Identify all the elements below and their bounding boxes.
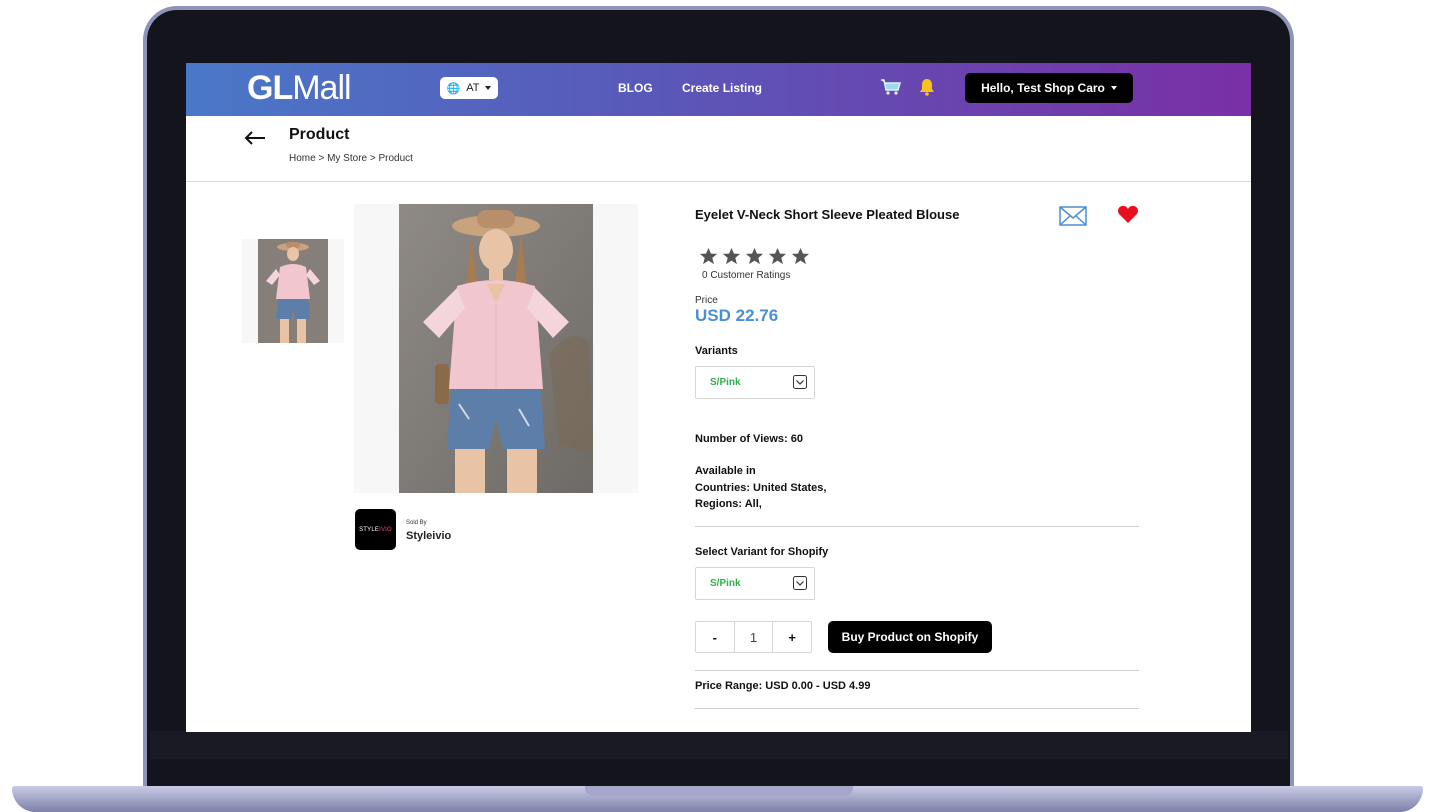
available-countries: Countries: United States,	[695, 482, 827, 494]
laptop-notch	[585, 786, 853, 796]
seller-name[interactable]: Styleivio	[406, 530, 451, 542]
shopify-variant-select[interactable]: S/Pink	[695, 567, 815, 600]
variant-select-value: S/Pink	[710, 377, 741, 388]
thumbnail-photo	[258, 239, 328, 343]
user-menu-button[interactable]: Hello, Test Shop Caro	[965, 73, 1133, 103]
star-icon[interactable]	[768, 247, 787, 266]
variants-label: Variants	[695, 345, 738, 357]
star-icon[interactable]	[722, 247, 741, 266]
header-divider	[186, 181, 1251, 182]
back-arrow-icon[interactable]	[244, 130, 266, 146]
variant-select[interactable]: S/Pink	[695, 366, 815, 399]
laptop-bezel	[150, 731, 1288, 759]
price-label: Price	[695, 295, 718, 306]
user-menu-label: Hello, Test Shop Caro	[981, 81, 1105, 95]
nav-link-blog[interactable]: BLOG	[618, 81, 653, 95]
available-regions: Regions: All,	[695, 498, 762, 510]
product-thumbnail[interactable]	[242, 239, 344, 343]
section-divider	[695, 670, 1139, 671]
country-code: AT	[466, 82, 480, 94]
shopify-variant-value: S/Pink	[710, 578, 741, 589]
heart-icon[interactable]	[1117, 204, 1139, 224]
country-selector[interactable]: 🌐 AT	[440, 77, 498, 99]
bell-icon[interactable]	[919, 78, 935, 96]
product-photo	[399, 204, 593, 493]
chevron-down-icon	[793, 375, 807, 389]
chevron-down-icon	[485, 86, 492, 90]
main-product-image[interactable]	[354, 204, 638, 493]
price-value: USD 22.76	[695, 306, 779, 325]
top-navbar: GLMall 🌐 AT BLOG Create Listing Hello, T…	[186, 63, 1251, 116]
quantity-increase-button[interactable]: +	[773, 622, 811, 652]
breadcrumb[interactable]: Home > My Store > Product	[289, 153, 413, 164]
section-divider	[695, 708, 1139, 709]
rating-stars[interactable]	[699, 247, 810, 266]
page-title: Product	[289, 126, 350, 143]
quantity-value[interactable]: 1	[733, 622, 774, 652]
quantity-decrease-button[interactable]: -	[696, 622, 734, 652]
glmall-logo[interactable]: GLMall	[247, 69, 352, 108]
globe-icon: 🌐	[446, 82, 461, 95]
chevron-down-icon	[793, 576, 807, 590]
mail-icon[interactable]	[1059, 206, 1087, 226]
product-title: Eyelet V-Neck Short Sleeve Pleated Blous…	[695, 207, 960, 222]
app-screen: GLMall 🌐 AT BLOG Create Listing Hello, T…	[186, 63, 1251, 732]
chevron-down-icon	[1110, 86, 1117, 90]
price-range: Price Range: USD 0.00 - USD 4.99	[695, 680, 871, 692]
seller-logo[interactable]: STYLE IVIO	[355, 509, 396, 550]
cart-icon[interactable]	[880, 78, 902, 96]
sold-by-label: Sold By	[406, 520, 427, 526]
shopify-variant-label: Select Variant for Shopify	[695, 546, 829, 558]
star-icon[interactable]	[699, 247, 718, 266]
star-icon[interactable]	[791, 247, 810, 266]
customer-ratings-count: 0 Customer Ratings	[702, 270, 791, 281]
views-count: Number of Views: 60	[695, 433, 803, 445]
buy-on-shopify-button[interactable]: Buy Product on Shopify	[828, 621, 992, 653]
quantity-stepper: - 1 +	[695, 621, 812, 653]
nav-link-create-listing[interactable]: Create Listing	[682, 81, 762, 95]
section-divider	[695, 526, 1139, 527]
available-label: Available in	[695, 465, 756, 477]
star-icon[interactable]	[745, 247, 764, 266]
